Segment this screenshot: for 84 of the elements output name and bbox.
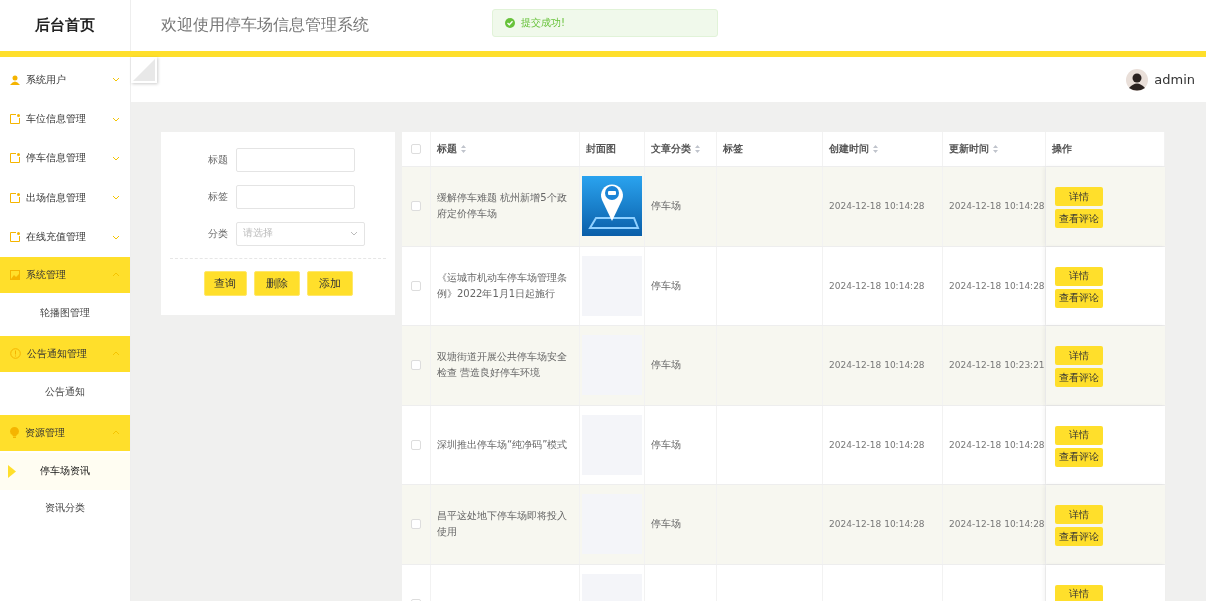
note-icon bbox=[10, 114, 20, 125]
action-button[interactable]: 详情 bbox=[1055, 187, 1103, 206]
checkbox[interactable] bbox=[411, 439, 421, 450]
sort-icon[interactable] bbox=[993, 145, 998, 153]
action-button[interactable]: 查看评论 bbox=[1055, 288, 1103, 308]
table-cell-text: 2024-12-18 10:14:28 bbox=[949, 279, 1045, 293]
field-label: 标签 bbox=[207, 189, 229, 204]
chevron-down-icon bbox=[112, 77, 120, 83]
action-button[interactable]: 查看评论 bbox=[1055, 209, 1103, 228]
image-icon bbox=[10, 269, 20, 280]
user-name: admin bbox=[1154, 72, 1195, 87]
chevron-down-icon bbox=[112, 234, 120, 240]
page-title: 欢迎使用停车场信息管理系统 bbox=[160, 14, 369, 36]
action-button[interactable]: 详情 bbox=[1055, 425, 1103, 445]
table-cell-text: 2024-12-18 10:14:28 bbox=[829, 359, 925, 373]
table-cell-text: 2024-12-18 10:23:21 bbox=[949, 359, 1045, 373]
menu-item[interactable]: 资源管理 bbox=[0, 414, 130, 451]
avatar-icon[interactable] bbox=[1126, 68, 1149, 91]
table-cell-text: 《运城市机动车停车场管理条例》2022年1月1日起施行 bbox=[437, 270, 568, 301]
table-cell-text: 缓解停车难题 杭州新增5个政府定价停车场 bbox=[437, 191, 568, 222]
caret-icon bbox=[350, 231, 358, 236]
input-field[interactable] bbox=[236, 147, 355, 172]
user-icon bbox=[10, 74, 20, 85]
table-cell-text: 2024-12-18 10:14:28 bbox=[949, 200, 1045, 214]
field-label: 标题 bbox=[207, 152, 229, 167]
chevron-up-icon bbox=[112, 272, 120, 278]
submenu-item[interactable]: 停车场资讯 bbox=[0, 452, 130, 490]
note-icon bbox=[10, 192, 20, 203]
checkbox[interactable] bbox=[411, 201, 421, 212]
table-cell-text: 2024-12-18 10:14:28 bbox=[949, 438, 1045, 452]
sort-icon[interactable] bbox=[873, 145, 878, 153]
checkbox[interactable] bbox=[411, 280, 421, 291]
chevron-down-icon bbox=[112, 195, 120, 201]
field-label: 分类 bbox=[207, 226, 229, 241]
table-cell-text: 2024-12-18 10:14:28 bbox=[949, 518, 1045, 532]
column-header: 文章分类 bbox=[651, 142, 691, 156]
table-cell-text: 2024-12-18 10:14:28 bbox=[829, 200, 925, 214]
sort-icon[interactable] bbox=[695, 145, 700, 153]
chevron-down-icon bbox=[112, 116, 120, 122]
form-button[interactable]: 查询 bbox=[203, 271, 247, 296]
column-header: 标题 bbox=[437, 142, 457, 156]
table-cell-text: 停车场 bbox=[651, 437, 681, 452]
menu-item[interactable]: 系统管理 bbox=[0, 256, 130, 293]
table-cell-text: 停车场 bbox=[651, 199, 681, 214]
action-button[interactable]: 查看评论 bbox=[1055, 447, 1103, 467]
chevron-up-icon bbox=[112, 430, 120, 436]
table-cell-text: 停车场 bbox=[651, 358, 681, 373]
info-icon bbox=[10, 348, 21, 360]
collapse-icon[interactable] bbox=[131, 57, 157, 83]
table-cell-text: 2024-12-18 10:14:28 bbox=[829, 518, 925, 532]
chevron-up-icon bbox=[112, 351, 120, 357]
form-button[interactable]: 删除 bbox=[253, 271, 300, 296]
form-button[interactable]: 添加 bbox=[306, 271, 353, 296]
column-header: 封面图 bbox=[586, 142, 616, 156]
chevron-down-icon bbox=[112, 155, 120, 161]
action-button[interactable]: 详情 bbox=[1055, 584, 1103, 601]
table-cell-text: 停车场 bbox=[651, 517, 681, 532]
action-button[interactable]: 详情 bbox=[1055, 505, 1103, 524]
note-icon bbox=[10, 232, 20, 243]
table-cell-text: 2024-12-18 10:14:28 bbox=[829, 438, 925, 452]
note-icon bbox=[10, 153, 20, 164]
table-cell-text: 昌平这处地下停车场即将投入使用 bbox=[437, 509, 568, 540]
column-header: 创建时间 bbox=[829, 142, 869, 156]
toast-message: 提交成功! bbox=[521, 16, 565, 30]
table-cell-text: 双塘街道开展公共停车场安全检查 营造良好停车环境 bbox=[437, 350, 568, 381]
checkbox[interactable] bbox=[411, 144, 421, 154]
action-button[interactable]: 查看评论 bbox=[1055, 368, 1103, 387]
table-cell-text: 2024-12-18 10:14:28 bbox=[829, 279, 925, 293]
bulb-icon bbox=[10, 427, 19, 439]
action-button[interactable]: 查看评论 bbox=[1055, 527, 1103, 546]
sort-icon[interactable] bbox=[461, 145, 466, 153]
column-header: 标签 bbox=[723, 142, 743, 156]
checkbox[interactable] bbox=[411, 519, 421, 530]
column-header: 更新时间 bbox=[949, 142, 989, 156]
table-cell-text: 停车场 bbox=[651, 278, 681, 293]
column-header: 操作 bbox=[1052, 142, 1072, 156]
action-button[interactable]: 详情 bbox=[1055, 266, 1103, 286]
menu-item[interactable]: 公告通知管理 bbox=[0, 335, 130, 372]
checkbox[interactable] bbox=[411, 360, 421, 371]
action-button[interactable]: 详情 bbox=[1055, 346, 1103, 365]
check-circle-icon bbox=[505, 18, 515, 28]
table-cell-text: 深圳推出停车场“纯净码”模式 bbox=[437, 437, 568, 452]
active-marker-icon bbox=[8, 464, 16, 478]
input-field[interactable] bbox=[236, 184, 355, 209]
